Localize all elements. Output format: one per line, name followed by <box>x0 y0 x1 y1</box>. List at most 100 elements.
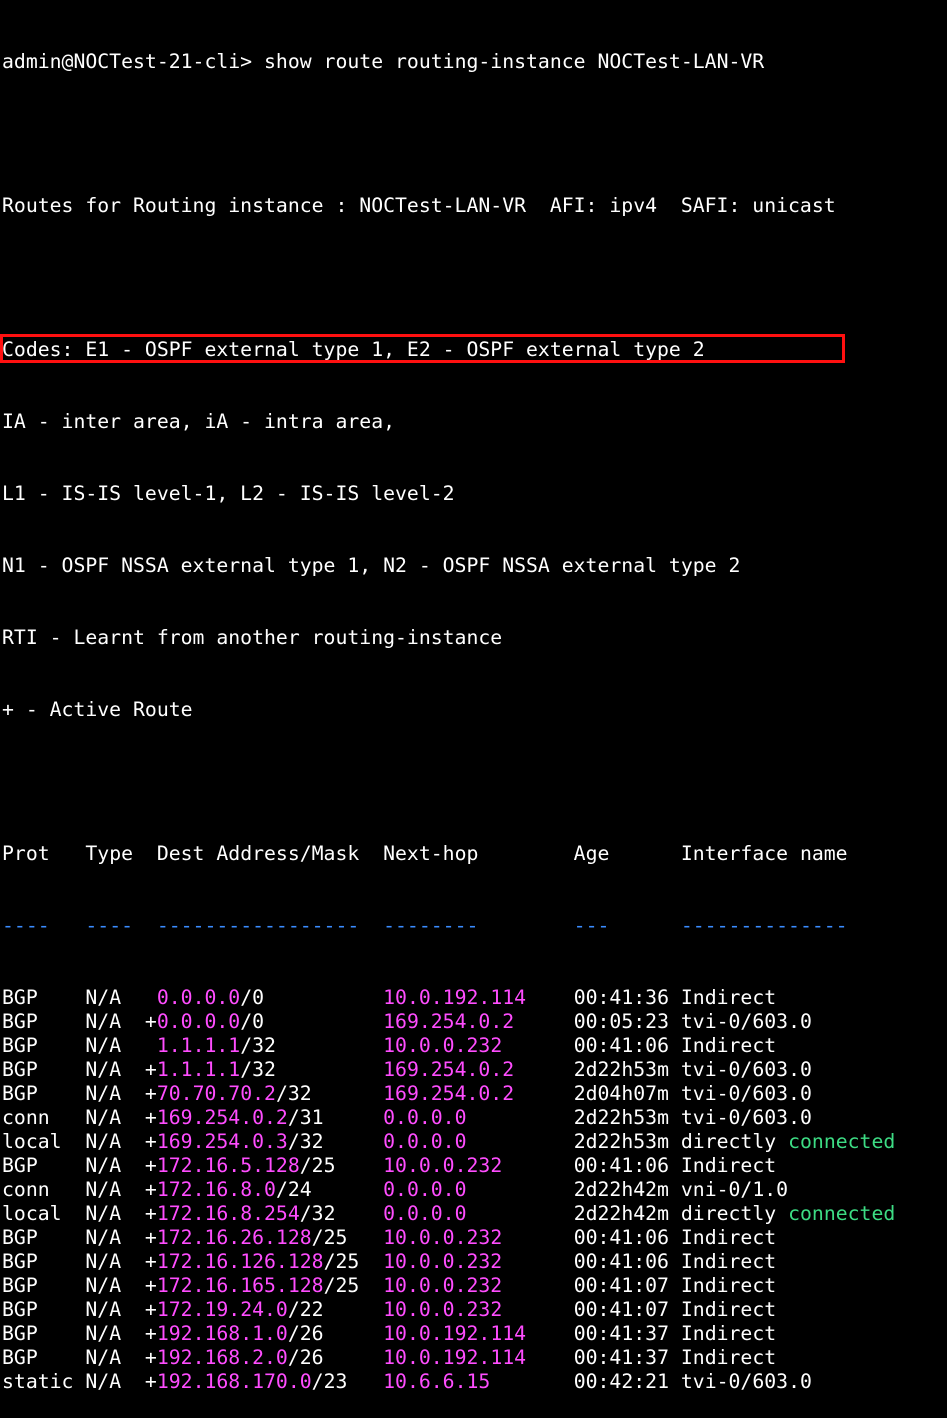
active-route-flag: + <box>144 1082 157 1105</box>
route-age: 00:41:06 <box>573 1226 681 1249</box>
route-type: N/A <box>85 1298 145 1321</box>
route-mask: /32 <box>287 1130 384 1153</box>
codes-line: L1 - IS-IS level-1, L2 - IS-IS level-2 <box>2 482 455 505</box>
route-type: N/A <box>85 1322 145 1345</box>
route-interface: Indirect <box>680 1154 777 1177</box>
route-type: N/A <box>85 1154 145 1177</box>
route-nexthop: 10.0.0.232 <box>383 1226 574 1249</box>
route-mask: /23 <box>311 1370 384 1393</box>
route-interface: Indirect <box>680 1226 777 1249</box>
route-row[interactable]: BGP N/A +1.1.1.1/32 169.254.0.2 2d22h53m… <box>2 1058 945 1082</box>
route-protocol: BGP <box>2 1322 86 1345</box>
active-route-flag: + <box>144 1298 157 1321</box>
route-dest-ip: 192.168.2.0 <box>156 1346 288 1369</box>
route-row[interactable]: BGP N/A +172.16.126.128/25 10.0.0.232 00… <box>2 1250 945 1274</box>
route-nexthop: 10.0.0.232 <box>383 1274 574 1297</box>
route-row[interactable]: BGP N/A +172.19.24.0/22 10.0.0.232 00:41… <box>2 1298 945 1322</box>
terminal-output[interactable]: admin@NOCTest-21-cli> show route routing… <box>2 2 945 1418</box>
route-row[interactable]: BGP N/A +0.0.0.0/0 169.254.0.2 00:05:23 … <box>2 1010 945 1034</box>
route-mask: /25 <box>323 1274 384 1297</box>
active-route-flag: + <box>144 1178 157 1201</box>
route-protocol: BGP <box>2 1058 86 1081</box>
route-age: 00:42:21 <box>573 1370 681 1393</box>
underline-dest: ----------------- <box>144 914 384 937</box>
route-mask: /26 <box>287 1346 384 1369</box>
route-row[interactable]: BGP N/A +172.16.5.128/25 10.0.0.232 00:4… <box>2 1154 945 1178</box>
route-dest-ip: 169.254.0.3 <box>156 1130 288 1153</box>
active-route-flag: + <box>144 1370 157 1393</box>
shell-prompt: admin@NOCTest-21-cli> <box>2 50 265 73</box>
route-dest-ip: 172.16.8.0 <box>156 1178 276 1201</box>
route-nexthop: 169.254.0.2 <box>383 1010 574 1033</box>
underline-prot: ---- <box>2 914 86 937</box>
route-age: 00:41:06 <box>573 1250 681 1273</box>
route-row[interactable]: BGP N/A 0.0.0.0/0 10.0.192.114 00:41:36 … <box>2 986 945 1010</box>
route-dest-ip: 1.1.1.1 <box>156 1058 241 1081</box>
col-header-age: Age <box>573 842 681 865</box>
route-age: 2d22h53m <box>573 1130 681 1153</box>
route-age: 00:41:07 <box>573 1274 681 1297</box>
route-nexthop: 10.0.192.114 <box>383 1322 574 1345</box>
underline-age: --- <box>573 914 681 937</box>
route-row[interactable]: BGP N/A +192.168.2.0/26 10.0.192.114 00:… <box>2 1346 945 1370</box>
route-interface: Indirect <box>680 1346 777 1369</box>
route-type: N/A <box>85 1346 145 1369</box>
route-age: 2d22h53m <box>573 1106 681 1129</box>
route-dest-ip: 172.16.8.254 <box>156 1202 300 1225</box>
route-row[interactable]: conn N/A +172.16.8.0/24 0.0.0.0 2d22h42m… <box>2 1178 945 1202</box>
col-header-iface: Interface name <box>680 842 848 865</box>
route-row[interactable]: local N/A +169.254.0.3/32 0.0.0.0 2d22h5… <box>2 1130 945 1154</box>
route-row[interactable]: BGP N/A +70.70.70.2/32 169.254.0.2 2d04h… <box>2 1082 945 1106</box>
route-row[interactable]: BGP N/A +172.16.26.128/25 10.0.0.232 00:… <box>2 1226 945 1250</box>
route-dest-ip: 172.16.26.128 <box>156 1226 312 1249</box>
underline-nexthop: -------- <box>383 914 574 937</box>
route-type: N/A <box>85 1034 145 1057</box>
codes-line: IA - inter area, iA - intra area, <box>2 410 396 433</box>
route-protocol: conn <box>2 1178 86 1201</box>
route-interface: tvi-0/603.0 <box>680 1058 812 1081</box>
route-type: N/A <box>85 986 145 1009</box>
route-protocol: BGP <box>2 1082 86 1105</box>
route-type: N/A <box>85 1274 145 1297</box>
route-type: N/A <box>85 1106 145 1129</box>
route-mask: /25 <box>311 1226 384 1249</box>
route-mask: /25 <box>299 1154 384 1177</box>
route-row[interactable]: BGP N/A +172.16.165.128/25 10.0.0.232 00… <box>2 1274 945 1298</box>
route-nexthop: 10.0.192.114 <box>383 1346 574 1369</box>
active-route-flag <box>145 1034 157 1057</box>
active-route-flag: + <box>144 1250 157 1273</box>
route-mask: /32 <box>275 1082 384 1105</box>
route-mask: /24 <box>275 1178 384 1201</box>
route-type: N/A <box>85 1058 145 1081</box>
route-age: 00:41:06 <box>573 1154 681 1177</box>
codes-line: Codes: E1 - OSPF external type 1, E2 - O… <box>2 338 705 361</box>
route-row[interactable]: local N/A +172.16.8.254/32 0.0.0.0 2d22h… <box>2 1202 945 1226</box>
route-row[interactable]: BGP N/A 1.1.1.1/32 10.0.0.232 00:41:06 I… <box>2 1034 945 1058</box>
route-dest-ip: 0.0.0.0 <box>156 1010 241 1033</box>
route-mask: /32 <box>240 1034 384 1057</box>
route-row[interactable]: BGP N/A +192.168.1.0/26 10.0.192.114 00:… <box>2 1322 945 1346</box>
route-protocol: BGP <box>2 1274 86 1297</box>
active-route-flag: + <box>144 1274 157 1297</box>
route-dest-ip: 1.1.1.1 <box>156 1034 241 1057</box>
route-protocol: BGP <box>2 1226 86 1249</box>
route-age: 2d22h53m <box>573 1058 681 1081</box>
route-row[interactable]: conn N/A +169.254.0.2/31 0.0.0.0 2d22h53… <box>2 1106 945 1130</box>
route-interface: directly <box>680 1202 777 1225</box>
route-interface: tvi-0/603.0 <box>680 1106 812 1129</box>
route-dest-ip: 169.254.0.2 <box>156 1106 288 1129</box>
active-route-flag: + <box>144 1154 157 1177</box>
route-nexthop: 169.254.0.2 <box>383 1082 574 1105</box>
routes-header: Routes for Routing instance : NOCTest-LA… <box>2 194 836 217</box>
active-route-flag: + <box>144 1202 157 1225</box>
active-route-flag: + <box>144 1010 157 1033</box>
route-type: N/A <box>85 1130 145 1153</box>
route-dest-ip: 172.16.165.128 <box>156 1274 324 1297</box>
route-row[interactable]: static N/A +192.168.170.0/23 10.6.6.15 0… <box>2 1370 945 1394</box>
col-header-type: Type <box>85 842 145 865</box>
route-mask: /26 <box>287 1322 384 1345</box>
col-header-dest: Dest Address/Mask <box>144 842 384 865</box>
route-mask: /0 <box>240 986 384 1009</box>
